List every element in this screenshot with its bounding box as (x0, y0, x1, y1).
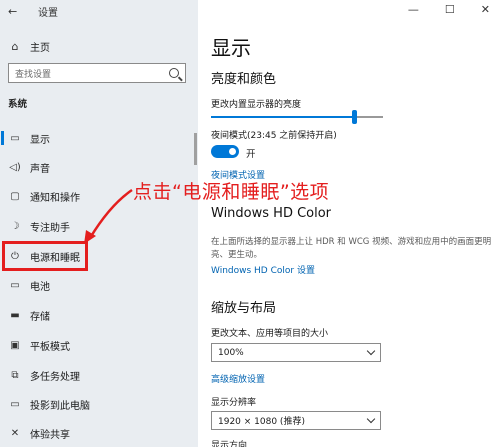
brightness-label: 更改内置显示器的亮度 (211, 100, 302, 110)
scale-dropdown[interactable]: 100% (211, 343, 381, 362)
sidebar-item-focus-assist[interactable]: ☽ 专注助手 (0, 215, 198, 237)
sidebar-item-label: 显示 (30, 134, 50, 146)
sidebar-item-home[interactable]: ⌂ 主页 (8, 38, 51, 54)
sidebar-scrollbar[interactable] (194, 133, 197, 165)
sidebar-item-label: 电池 (30, 281, 50, 293)
back-arrow-icon[interactable]: ← (8, 5, 17, 18)
slider-track-empty (353, 116, 383, 118)
window-title: 设置 (38, 8, 58, 19)
section-label: 系统 (8, 99, 28, 110)
settings-sidebar: ← 设置 ⌂ 主页 查找设置 系统 ▭ 显示 ◁) 声音 ▢ 通知和操作 ☽ 专… (0, 0, 198, 447)
close-icon[interactable]: ✕ (481, 3, 490, 16)
sidebar-item-label: 投影到此电脑 (30, 400, 90, 412)
sidebar-item-label: 体验共享 (30, 429, 70, 441)
sidebar-item-label: 多任务处理 (30, 371, 80, 383)
night-light-toggle[interactable] (211, 145, 239, 158)
search-input[interactable]: 查找设置 (8, 63, 186, 83)
annotation-text: 点击“电源和睡眠”选项 (133, 181, 330, 203)
display-icon: ▭ (10, 132, 20, 144)
hd-color-description: 在上面所选择的显示器上让 HDR 和 WCG 视频、游戏和应用中的画面更明亮、更… (211, 237, 492, 260)
page-title: 显示 (211, 36, 251, 60)
battery-icon: ▭ (10, 279, 20, 291)
maximize-icon[interactable]: ☐ (445, 3, 455, 16)
hd-color-settings-link[interactable]: Windows HD Color 设置 (211, 263, 315, 276)
slider-track-filled (211, 116, 354, 118)
sidebar-item-multitasking[interactable]: ⧉ 多任务处理 (0, 364, 198, 386)
scale-section-heading: 缩放与布局 (211, 301, 277, 316)
hd-color-heading: Windows HD Color (211, 206, 332, 221)
chevron-down-icon (366, 346, 376, 356)
sidebar-item-label: 通知和操作 (30, 192, 80, 204)
annotation-highlight-box (2, 241, 88, 271)
resolution-label: 显示分辨率 (211, 398, 257, 408)
multitasking-icon: ⧉ (11, 369, 19, 381)
sidebar-item-shared-experiences[interactable]: ✕ 体验共享 (0, 422, 198, 444)
focus-assist-icon: ☽ (10, 220, 20, 232)
sidebar-item-label: 存储 (30, 311, 50, 323)
night-light-label: 夜间模式(23:45 之前保持开启) (211, 131, 337, 141)
home-icon: ⌂ (11, 39, 19, 53)
slider-thumb[interactable] (351, 110, 357, 124)
project-icon: ▭ (10, 398, 20, 410)
sidebar-item-label: 主页 (30, 42, 50, 54)
search-icon (169, 68, 179, 78)
sidebar-item-battery[interactable]: ▭ 电池 (0, 274, 198, 296)
resolution-dropdown[interactable]: 1920 × 1080 (推荐) (211, 411, 381, 430)
orientation-label: 显示方向 (211, 441, 248, 447)
sidebar-item-tablet-mode[interactable]: ▣ 平板模式 (0, 334, 198, 356)
search-placeholder: 查找设置 (15, 69, 52, 80)
window-controls: — ☐ ✕ (408, 3, 490, 16)
sidebar-item-storage[interactable]: ▬ 存储 (0, 304, 198, 326)
scale-label: 更改文本、应用等项目的大小 (211, 329, 329, 339)
scale-dropdown-value: 100% (218, 347, 244, 358)
sidebar-item-label: 声音 (30, 163, 50, 175)
minimize-icon[interactable]: — (408, 3, 419, 16)
sidebar-item-label: 平板模式 (30, 341, 70, 353)
storage-icon: ▬ (10, 309, 20, 321)
night-light-toggle-state: 开 (246, 149, 256, 160)
display-settings-panel: — ☐ ✕ 显示 亮度和颜色 更改内置显示器的亮度 夜间模式(23:45 之前保… (198, 0, 500, 447)
sidebar-item-project[interactable]: ▭ 投影到此电脑 (0, 393, 198, 415)
brightness-section-heading: 亮度和颜色 (211, 72, 277, 87)
tablet-icon: ▣ (10, 339, 20, 351)
sidebar-item-display[interactable]: ▭ 显示 (0, 127, 198, 149)
advanced-scaling-link[interactable]: 高级缩放设置 (211, 372, 265, 385)
chevron-down-icon (366, 414, 376, 424)
resolution-dropdown-value: 1920 × 1080 (推荐) (218, 417, 305, 427)
sidebar-item-sound[interactable]: ◁) 声音 (0, 156, 198, 178)
shared-experiences-icon: ✕ (10, 427, 20, 439)
notifications-icon: ▢ (10, 190, 20, 202)
sound-icon: ◁) (9, 161, 21, 173)
sidebar-item-label: 专注助手 (30, 222, 70, 234)
